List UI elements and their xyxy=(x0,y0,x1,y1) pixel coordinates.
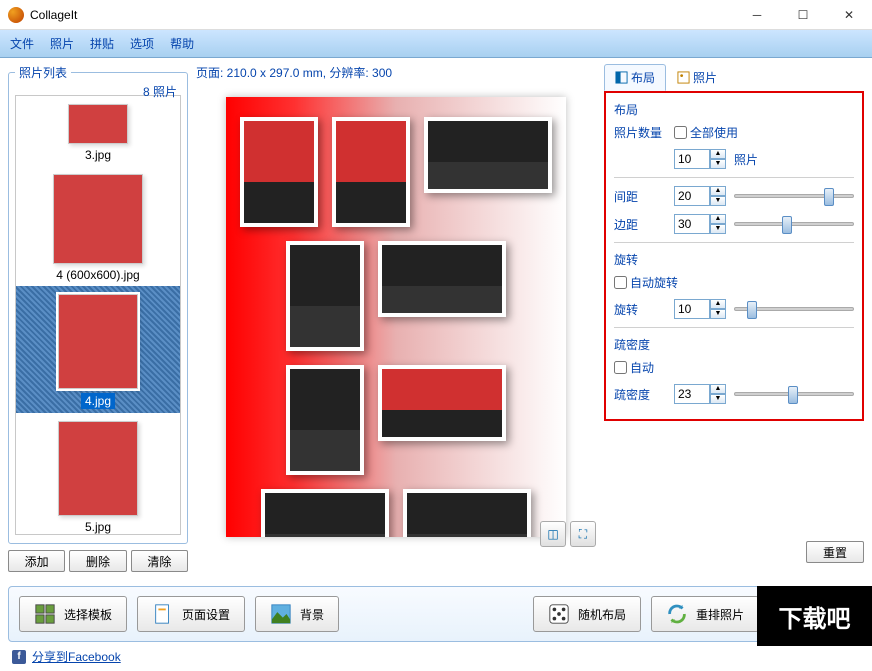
use-all-checkbox[interactable] xyxy=(674,126,687,139)
layout-settings: 布局 照片数量 全部使用 ▲▼ 照片 间距 ▲▼ 边距 ▲▼ 旋转 xyxy=(604,91,864,421)
section-rotate-title: 旋转 xyxy=(614,251,854,268)
spinner[interactable]: ▲▼ xyxy=(710,299,726,319)
auto-rotate-checkbox[interactable] xyxy=(614,276,627,289)
collage-image[interactable] xyxy=(240,117,318,227)
collage-canvas[interactable] xyxy=(226,97,566,537)
reset-button[interactable]: 重置 xyxy=(806,541,864,563)
template-icon xyxy=(34,603,56,625)
menu-photo[interactable]: 照片 xyxy=(50,35,74,52)
margin-input[interactable] xyxy=(674,214,710,234)
collage-image[interactable] xyxy=(286,365,364,475)
maximize-button[interactable]: ☐ xyxy=(780,0,826,30)
background-button[interactable]: 背景 xyxy=(255,596,339,632)
collage-image[interactable] xyxy=(286,241,364,351)
footer: f 分享到Facebook xyxy=(0,642,872,671)
photo-list-panel: 照片列表 8 照片 3.jpg 4 (600x600).jpg 4.jpg 5. xyxy=(8,58,188,578)
thumbnail-image xyxy=(58,294,138,389)
list-item[interactable]: 5.jpg xyxy=(16,413,180,535)
photo-count-label: 8 照片 xyxy=(143,83,177,100)
refresh-icon xyxy=(666,603,688,625)
density-slider[interactable] xyxy=(734,392,854,396)
collage-image[interactable] xyxy=(378,365,506,441)
watermark: 下载吧 xyxy=(757,586,872,646)
rotate-label: 旋转 xyxy=(614,301,666,318)
collage-image[interactable] xyxy=(378,241,506,317)
menu-options[interactable]: 选项 xyxy=(130,35,154,52)
density-label: 疏密度 xyxy=(614,386,666,403)
add-button[interactable]: 添加 xyxy=(8,550,65,572)
photo-count-field-label: 照片数量 xyxy=(614,124,666,141)
spacing-label: 间距 xyxy=(614,188,666,205)
dice-icon xyxy=(548,603,570,625)
margin-slider[interactable] xyxy=(734,222,854,226)
close-button[interactable]: ✕ xyxy=(826,0,872,30)
density-input[interactable] xyxy=(674,384,710,404)
list-item[interactable]: 4 (600x600).jpg xyxy=(16,166,180,286)
tab-layout[interactable]: 布局 xyxy=(604,64,666,91)
clear-button[interactable]: 清除 xyxy=(131,550,188,572)
page-info-label: 页面: 210.0 x 297.0 mm, 分辨率: 300 xyxy=(196,64,596,81)
random-layout-button[interactable]: 随机布局 xyxy=(533,596,641,632)
thumbnail-label: 4 (600x600).jpg xyxy=(56,268,139,282)
thumbnail-image xyxy=(53,174,143,264)
menu-file[interactable]: 文件 xyxy=(10,35,34,52)
thumbnail-label: 4.jpg xyxy=(81,393,115,409)
thumbnail-image xyxy=(68,104,128,144)
section-density-title: 疏密度 xyxy=(614,336,854,353)
minimize-button[interactable]: ─ xyxy=(734,0,780,30)
app-icon xyxy=(8,7,24,23)
facebook-icon: f xyxy=(12,650,26,664)
spacing-input[interactable] xyxy=(674,186,710,206)
collage-image[interactable] xyxy=(403,489,531,537)
thumbnail-list[interactable]: 3.jpg 4 (600x600).jpg 4.jpg 5.jpg xyxy=(15,95,181,535)
section-layout-title: 布局 xyxy=(614,101,854,118)
rotate-input[interactable] xyxy=(674,299,710,319)
fit-button[interactable]: ⛶ xyxy=(570,521,596,547)
select-template-button[interactable]: 选择模板 xyxy=(19,596,127,632)
tab-photo[interactable]: 照片 xyxy=(666,64,728,91)
thumbnail-image xyxy=(58,421,138,516)
page-icon xyxy=(152,603,174,625)
rotate-slider[interactable] xyxy=(734,307,854,311)
tab-bar: 布局 照片 xyxy=(604,64,864,92)
collage-image[interactable] xyxy=(332,117,410,227)
photo-count-input[interactable] xyxy=(674,149,710,169)
layout-icon xyxy=(615,71,628,84)
spacing-slider[interactable] xyxy=(734,194,854,198)
menu-collage[interactable]: 拼贴 xyxy=(90,35,114,52)
crop-button[interactable]: ◫ xyxy=(540,521,566,547)
auto-density-checkbox[interactable] xyxy=(614,361,627,374)
collage-image[interactable] xyxy=(424,117,552,193)
page-setup-button[interactable]: 页面设置 xyxy=(137,596,245,632)
canvas-panel: 页面: 210.0 x 297.0 mm, 分辨率: 300 xyxy=(188,58,604,578)
thumbnail-label: 3.jpg xyxy=(85,148,111,162)
margin-label: 边距 xyxy=(614,216,666,233)
photo-icon xyxy=(677,71,690,84)
background-icon xyxy=(270,603,292,625)
bottom-toolbar: 选择模板 页面设置 背景 随机布局 重排照片 输出 xyxy=(8,586,864,642)
remove-button[interactable]: 删除 xyxy=(69,550,126,572)
collage-image[interactable] xyxy=(261,489,389,537)
spinner[interactable]: ▲▼ xyxy=(710,149,726,169)
list-item[interactable]: 3.jpg xyxy=(16,96,180,166)
share-facebook-link[interactable]: 分享到Facebook xyxy=(32,648,121,665)
menu-help[interactable]: 帮助 xyxy=(170,35,194,52)
spinner[interactable]: ▲▼ xyxy=(710,384,726,404)
rearrange-button[interactable]: 重排照片 xyxy=(651,596,759,632)
spinner[interactable]: ▲▼ xyxy=(710,214,726,234)
app-title: CollageIt xyxy=(30,8,734,22)
titlebar: CollageIt ─ ☐ ✕ xyxy=(0,0,872,30)
spinner[interactable]: ▲▼ xyxy=(710,186,726,206)
list-item[interactable]: 4.jpg xyxy=(16,286,180,413)
photo-list-legend: 照片列表 xyxy=(15,64,71,81)
thumbnail-label: 5.jpg xyxy=(85,520,111,534)
menubar: 文件 照片 拼贴 选项 帮助 xyxy=(0,30,872,58)
properties-panel: 布局 照片 布局 照片数量 全部使用 ▲▼ 照片 间距 ▲▼ xyxy=(604,58,864,578)
